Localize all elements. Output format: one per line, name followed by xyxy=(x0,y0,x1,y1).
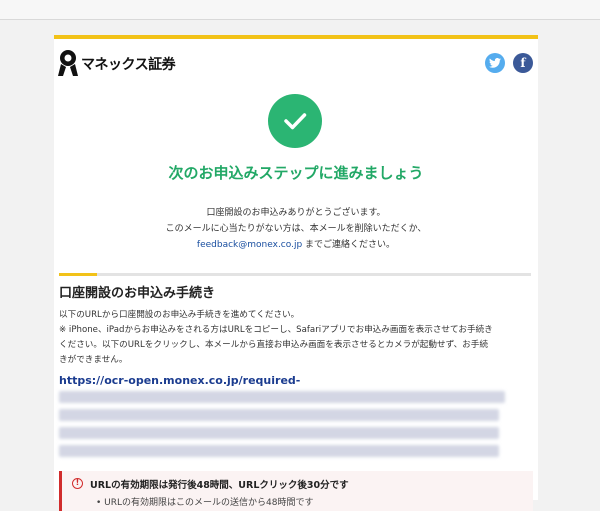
monex-logo-icon xyxy=(58,50,78,76)
check-circle-icon xyxy=(268,94,322,148)
mail-client-top-bar xyxy=(0,0,600,20)
redacted-url-line-2 xyxy=(59,409,499,421)
expiry-notice: ! URLの有効期限は発行後48時間、URLクリック後30分です • URLの有… xyxy=(59,471,533,511)
section-divider-accent xyxy=(59,273,97,276)
intro-line-2: このメールに心当たりがない方は、本メールを削除いただくか、 xyxy=(165,224,427,234)
feedback-email-link[interactable]: feedback@monex.co.jp xyxy=(197,240,302,250)
intro-line-3-suffix: までご連絡ください。 xyxy=(302,240,396,250)
redacted-url-line-3 xyxy=(59,427,499,439)
section-line-4: きができません。 xyxy=(59,355,128,365)
notice-title: URLの有効期限は発行後48時間、URLクリック後30分です xyxy=(90,480,349,491)
application-url-link[interactable]: https://ocr-open.monex.co.jp/required- xyxy=(59,374,300,387)
intro-line-3: feedback@monex.co.jp までご連絡ください。 xyxy=(54,237,538,253)
section-line-2: ※ iPhone、iPadからお申込みをされる方はURLをコピーし、Safari… xyxy=(59,325,493,335)
facebook-icon[interactable]: f xyxy=(513,53,533,73)
brand-name: マネックス証券 xyxy=(81,57,176,73)
section-line-3: ください。以下のURLをクリックし、本メールから直接お申込み画面を表示させるとカ… xyxy=(59,340,488,350)
twitter-icon[interactable] xyxy=(485,53,505,73)
section-body: 以下のURLから口座開設のお申込み手続きを進めてください。 ※ iPhone、i… xyxy=(59,308,533,368)
intro-text: 口座開設のお申込みありがとうございます。 このメールに心当たりがない方は、本メー… xyxy=(54,205,538,253)
page-headline: 次のお申込みステップに進みましょう xyxy=(168,164,424,182)
alert-circle-icon: ! xyxy=(72,478,83,489)
section-line-1: 以下のURLから口座開設のお申込み手続きを進めてください。 xyxy=(59,310,300,320)
email-header: マネックス証券 f xyxy=(54,49,538,79)
email-card: マネックス証券 f 次のお申込みステップに進みましょう 口座開設のお申込みありが… xyxy=(54,35,538,511)
section-title: 口座開設のお申込み手続き xyxy=(59,286,216,301)
redacted-url-line-1 xyxy=(59,391,505,403)
notice-bullet: • URLの有効期限はこのメールの送信から48時間です xyxy=(96,498,314,508)
intro-line-1: 口座開設のお申込みありがとうございます。 xyxy=(206,208,386,218)
section-divider xyxy=(59,273,531,276)
redacted-url-line-4 xyxy=(59,445,499,457)
